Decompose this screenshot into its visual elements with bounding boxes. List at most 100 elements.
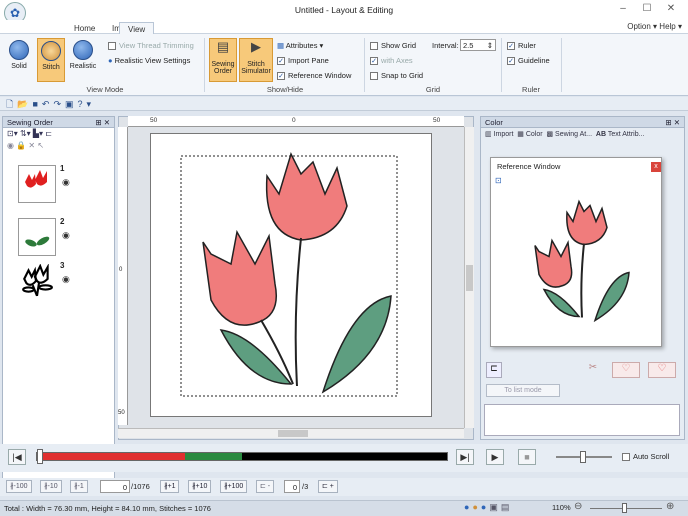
forward-100-button[interactable]: ∦+100 [220,480,248,493]
skip-end-button[interactable]: ▶| [456,449,474,465]
tab-text-attributes[interactable]: AB Text Attrib... [596,131,645,138]
realistic-view-button[interactable]: Realistic [68,38,98,82]
heart-icon: ♡ [657,363,667,374]
delete-icon[interactable]: ✕ [28,141,35,150]
play-button[interactable]: ▶ [486,449,504,465]
progress-red-segment [37,453,185,460]
order-icon[interactable]: ⇅▾ [20,129,31,138]
zoom-slider[interactable] [590,503,662,513]
rewind-button[interactable]: |◀ [8,449,26,465]
solid-view-button[interactable]: Solid [6,38,32,82]
visibility-eye-icon[interactable]: ◉ [62,230,70,241]
view-icon[interactable]: ◉ [7,141,14,150]
favorite-button[interactable]: ♡ [612,362,640,378]
option-menu[interactable]: Option [627,22,651,31]
undo-icon[interactable]: ↶ [42,99,54,109]
next-color-button[interactable]: ⊏ + [318,480,338,493]
status-text: Total : Width = 76.30 mm, Height = 84.10… [4,504,211,513]
realistic-icon [73,40,93,60]
help-menu[interactable]: Help [659,22,675,31]
reference-preview [534,199,630,323]
top-right-menu: Option ▾ Help ▾ [627,22,682,31]
grid-mini-icon[interactable]: ▣ [489,502,501,512]
customize-icon[interactable]: ▾ [87,99,96,109]
help-icon[interactable]: ? [78,99,87,109]
sewing-order-button[interactable]: ▤ Sewing Order [209,38,237,82]
vertical-scrollbar[interactable] [464,127,474,428]
to-list-mode-button[interactable]: To list mode [486,384,560,397]
cursor-icon[interactable]: ↖ [37,141,44,150]
reference-window-close-button[interactable]: x [651,162,661,172]
visibility-eye-icon[interactable]: ◉ [62,177,70,188]
zoom-out-icon: ⊖ [574,501,583,512]
stitch-mini-icon[interactable]: ● [472,502,480,512]
back-100-button[interactable]: ∦-100 [6,480,32,493]
stitch-total: /1076 [131,482,150,491]
stitch-progress-track[interactable] [36,449,448,464]
select-icon[interactable]: ⊡▾ [7,129,18,138]
color-icon[interactable]: ▙▾ [33,129,43,138]
forward-10-button[interactable]: ∦+10 [188,480,212,493]
zoom-in-button[interactable]: ⊕ [666,501,674,512]
color-number-input[interactable]: 0 [284,480,300,493]
ribbon-separator [204,38,205,92]
auto-scroll-checkbox[interactable]: Auto Scroll [622,452,669,462]
stitch-number-input[interactable]: 0 [100,480,130,493]
minimize-button[interactable]: – [614,3,632,17]
reference-window: Reference Window x ⊡ [490,157,662,347]
color-panel-tabs: ▥ Import ▦ Color ▩ Sewing At... AB Text … [481,128,684,142]
maximize-button[interactable]: ☐ [638,3,656,17]
horizontal-scrollbar[interactable] [118,428,464,438]
attributes-button[interactable]: ▦ Attributes ▾ [277,41,323,50]
stitch-simulator-button[interactable]: ▶ Stitch Simulator [239,38,273,82]
panel-close-icon[interactable]: ⊞ ✕ [665,118,680,127]
new-icon[interactable]: 🗋 [6,99,17,109]
color-panel-header: Color ⊞ ✕ [481,117,684,128]
import-pane-checkbox[interactable]: ✓ Import Pane [277,56,329,66]
guideline-checkbox[interactable]: ✓ Guideline [507,56,550,66]
forward-1-button[interactable]: ∦+1 [160,480,180,493]
favorite-button-2[interactable]: ♡ [648,362,676,378]
snap-to-grid-checkbox[interactable]: Snap to Grid [370,71,423,81]
realistic-view-settings-button[interactable]: ● Realistic View Settings [108,56,190,65]
sewing-item-3[interactable]: 3 ◉ [18,261,118,304]
panel-pin-icon[interactable]: ⊞ ✕ [95,118,110,127]
design-page[interactable] [150,133,432,417]
redo-icon[interactable]: ↷ [53,99,65,109]
skip-end-icon: ▶| [460,452,470,462]
stop-button[interactable]: ■ [518,449,536,465]
frame-icon[interactable]: ⊏ [45,129,52,138]
open-icon[interactable]: 📂 [17,99,32,109]
with-axes-checkbox[interactable]: ✓ with Axes [370,56,413,66]
tab-import[interactable]: ▥ Import [485,131,513,138]
lock-icon[interactable]: 🔒 [16,141,26,150]
thread-icon-button[interactable]: ✂ [582,362,604,378]
tab-color[interactable]: ▦ Color [517,131,542,138]
ruler-checkbox[interactable]: ✓ Ruler [507,41,536,51]
sewing-item-1[interactable]: 1 ◉ [18,164,118,207]
simulator-icon: ▶ [251,39,261,54]
back-1-button[interactable]: ∦-1 [70,480,88,493]
close-button[interactable]: ✕ [662,3,680,17]
ribbon-separator [561,38,562,92]
stitch-view-button[interactable]: Stitch [37,38,65,82]
transfer-icon[interactable]: ▣ [65,99,78,109]
reference-window-checkbox[interactable]: ✓ Reference Window [277,71,351,81]
ruler-mini-icon[interactable]: ▤ [501,502,513,512]
save-icon[interactable]: ■ [32,99,41,109]
color-frame-button[interactable]: ⊏ [486,362,502,378]
sewing-item-2[interactable]: 2 ◉ [18,217,118,260]
zoom-out-button[interactable]: ⊖ [574,501,582,512]
visibility-eye-icon[interactable]: ◉ [62,274,70,285]
speed-slider[interactable] [556,451,612,463]
prev-color-button[interactable]: ⊏ - [256,480,275,493]
reference-frame-icon[interactable]: ⊡ [495,176,502,185]
stop-icon: ■ [524,452,530,462]
show-grid-checkbox[interactable]: Show Grid [370,41,416,51]
thumbnail-green-leaves [18,218,56,256]
progress-handle[interactable] [37,449,43,464]
tab-sewing-attributes[interactable]: ▩ Sewing At... [546,131,592,138]
interval-input[interactable]: 2.5 ⇕ [460,39,496,51]
view-thread-trimming-checkbox[interactable]: View Thread Trimming [108,41,194,51]
back-10-button[interactable]: ∦-10 [40,480,62,493]
